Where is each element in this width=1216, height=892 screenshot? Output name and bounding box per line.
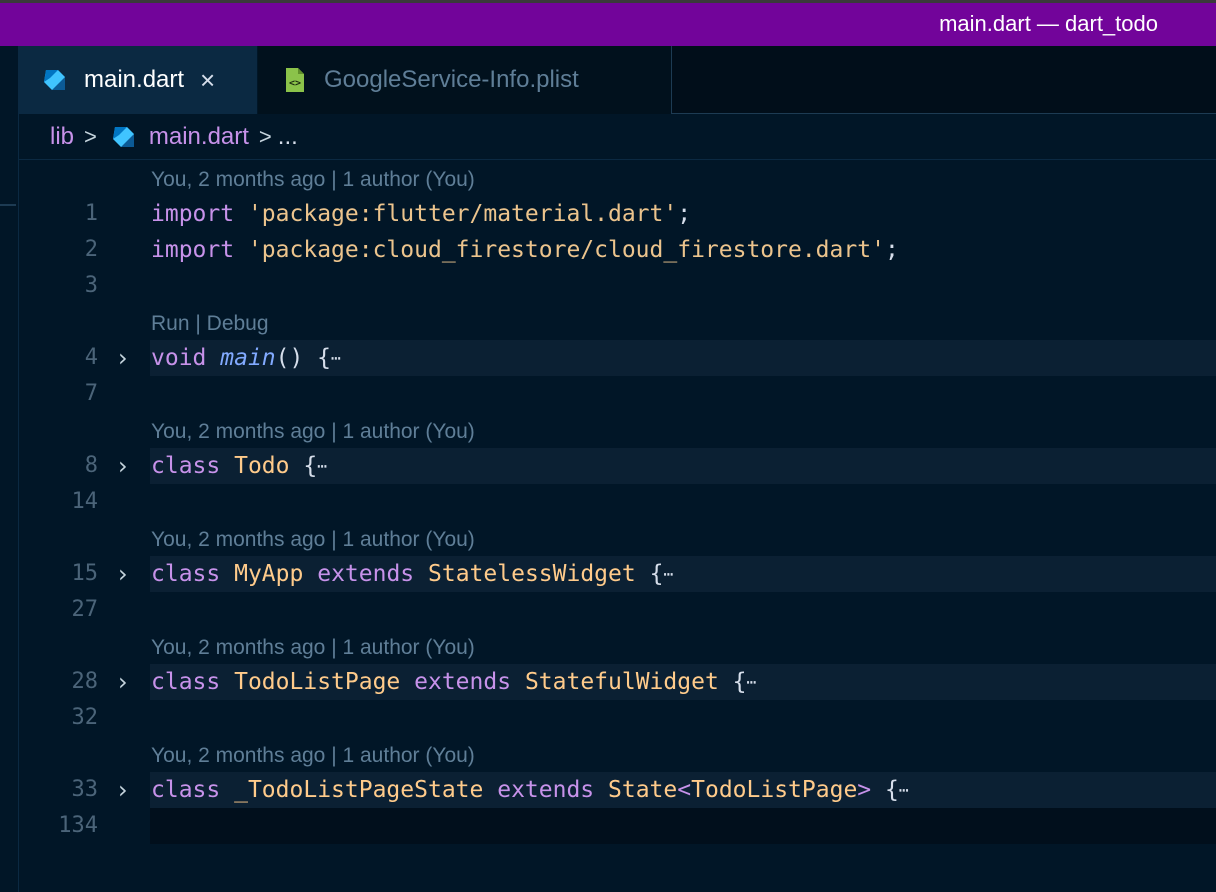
line-number: 14 [71,489,99,514]
code-line: 15 › class MyApp extends StatelessWidget… [18,556,1216,592]
run-debug-lens[interactable]: Run | Debug [151,306,269,342]
gutter-mark [0,204,16,206]
line-number: 7 [84,381,98,406]
chevron-right-icon: > [258,123,272,149]
chevron-right-icon[interactable]: › [118,340,140,376]
tab-main-dart[interactable]: main.dart × [18,46,258,114]
keyword: class [151,561,221,587]
tab-bar: main.dart × <> GoogleService-Info.plist [18,46,1216,114]
generic-bracket: > [857,777,872,803]
close-icon[interactable]: × [200,65,215,96]
chevron-right-icon: > [84,123,97,149]
semicolon: ; [884,237,899,263]
code-line: 32 [18,700,1216,736]
line-number: 27 [71,597,99,622]
code-rest: { [732,669,747,695]
svg-text:<>: <> [289,78,301,89]
keyword: import [151,237,235,263]
code-line: 28 › class TodoListPage extends Stateful… [18,664,1216,700]
fold-ellipsis-icon[interactable]: ⋯ [331,349,341,368]
tab-label: GoogleService-Info.plist [324,66,579,93]
dart-icon [112,126,134,147]
code-rest: () { [275,345,332,371]
code-rest: { [885,777,899,803]
plist-file-icon: <> [286,68,304,92]
breadcrumb-more[interactable]: ... [278,123,298,151]
keyword: import [151,201,235,227]
fold-ellipsis-icon[interactable]: ⋯ [663,565,673,584]
keyword: extends [414,669,512,695]
class-name: Todo [234,453,290,479]
line-number: 4 [84,345,98,370]
code-line: 134 [18,808,1216,844]
code-rest: { [649,561,664,587]
class-name: TodoListPage [234,669,401,695]
activity-gutter [0,46,19,892]
tab-googleservice-plist[interactable]: <> GoogleService-Info.plist [258,46,672,114]
code-line: 4 › void main() {⋯ [18,340,1216,376]
tab-label: main.dart [84,66,185,93]
window-title: main.dart — dart_todo [939,11,1158,36]
line-number: 134 [58,813,98,838]
generic-bracket: < [677,777,692,803]
keyword: class [151,453,221,479]
keyword: void [151,345,207,371]
line-number: 8 [84,453,98,478]
keyword: class [151,777,221,803]
code-line: 3 [18,268,1216,304]
fold-ellipsis-icon[interactable]: ⋯ [747,673,757,692]
keyword: class [151,669,221,695]
code-line: 8 › class Todo {⋯ [18,448,1216,484]
class-name: State [608,777,678,803]
git-blame-lens[interactable]: You, 2 months ago | 1 author (You) [151,630,475,666]
line-number: 28 [71,669,99,694]
line-number: 2 [84,237,98,262]
breadcrumb-lib[interactable]: lib [50,123,74,151]
dart-icon [44,70,65,90]
function-name: main [220,345,276,371]
code-line: 1 import 'package:flutter/material.dart'… [18,196,1216,232]
code-line: 14 [18,484,1216,520]
code-rest: { [303,453,318,479]
class-name: TodoListPage [691,777,858,803]
code-line: 33 › class _TodoListPageState extends St… [18,772,1216,808]
chevron-right-icon[interactable]: › [118,556,140,592]
git-blame-lens[interactable]: You, 2 months ago | 1 author (You) [151,522,475,558]
line-number: 3 [84,273,98,298]
breadcrumb-file[interactable]: main.dart [149,123,249,151]
breadcrumb: lib > main.dart > ... [18,114,1216,160]
line-number: 33 [71,777,99,802]
git-blame-lens[interactable]: You, 2 months ago | 1 author (You) [151,414,475,450]
keyword: extends [317,561,415,587]
code-editor[interactable]: You, 2 months ago | 1 author (You) 1 imp… [18,160,1216,892]
class-name: StatefulWidget [524,669,719,695]
keyword: extends [497,777,595,803]
semicolon: ; [677,201,692,227]
class-name: MyApp [234,561,304,587]
code-line: 7 [18,376,1216,412]
fold-ellipsis-icon[interactable]: ⋯ [317,457,327,476]
class-name: StatelessWidget [428,561,636,587]
line-number: 1 [84,201,98,226]
chevron-right-icon[interactable]: › [118,664,140,700]
git-blame-lens[interactable]: You, 2 months ago | 1 author (You) [151,162,475,198]
class-name: _TodoListPageState [234,777,484,803]
chevron-right-icon[interactable]: › [118,448,140,484]
code-line: 2 import 'package:cloud_firestore/cloud_… [18,232,1216,268]
code-line: 27 [18,592,1216,628]
line-number: 15 [71,561,99,586]
title-bar: main.dart — dart_todo [0,0,1216,46]
git-blame-lens[interactable]: You, 2 months ago | 1 author (You) [151,738,475,774]
line-number: 32 [71,705,99,730]
chevron-right-icon[interactable]: › [118,772,140,808]
string-literal: 'package:cloud_firestore/cloud_firestore… [247,237,885,263]
string-literal: 'package:flutter/material.dart' [247,201,678,227]
fold-ellipsis-icon[interactable]: ⋯ [899,781,909,800]
